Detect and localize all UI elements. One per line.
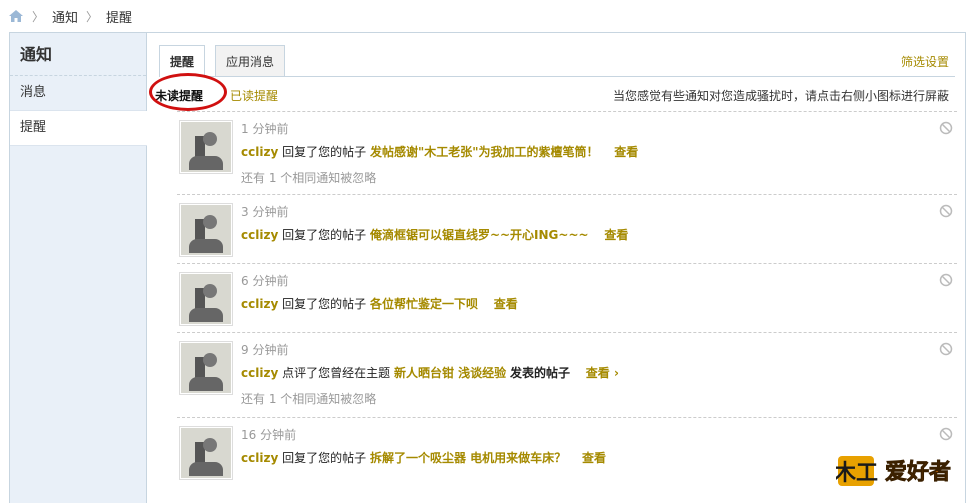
- view-link[interactable]: 查看: [494, 297, 518, 311]
- block-icon[interactable]: [939, 273, 953, 287]
- view-link[interactable]: 查看: [582, 451, 606, 465]
- avatar[interactable]: [179, 203, 233, 257]
- notice-time: 9 分钟前: [241, 343, 289, 357]
- block-hint-text: 当您感觉有些通知对您造成骚扰时，请点击右侧小图标进行屏蔽: [612, 89, 949, 103]
- sidebar-item-reminders[interactable]: 提醒: [10, 111, 147, 146]
- notice-time: 16 分钟前: [241, 428, 297, 442]
- notice-time: 1 分钟前: [241, 122, 289, 136]
- notice-user-link[interactable]: cclizy: [241, 451, 278, 465]
- view-link[interactable]: 查看 ›: [586, 366, 619, 380]
- notice-user-link[interactable]: cclizy: [241, 297, 278, 311]
- tab-app-messages[interactable]: 应用消息: [215, 45, 286, 76]
- svg-text:木工: 木工: [836, 461, 878, 486]
- notice-action: 回复了您的帖子: [282, 145, 367, 159]
- notice-topic-link[interactable]: 拆解了一个吸尘器 电机用来做车床？: [370, 451, 566, 465]
- notice-list: 1 分钟前 cclizy 回复了您的帖子 发帖感谢"木工老张"为我加工的紫檀笔筒…: [177, 111, 957, 486]
- notice-item: 3 分钟前 cclizy 回复了您的帖子 俺滴框锯可以锯直线罗~~开心ING~~…: [177, 194, 957, 263]
- block-icon[interactable]: [939, 427, 953, 441]
- avatar[interactable]: [179, 120, 233, 174]
- read-reminders-link[interactable]: 已读提醒: [230, 87, 278, 104]
- avatar[interactable]: [179, 272, 233, 326]
- notice-time: 3 分钟前: [241, 205, 289, 219]
- filter-settings-link[interactable]: 筛选设置: [901, 53, 949, 70]
- notice-topic-link[interactable]: 新人晒台钳 浅谈经验: [394, 366, 506, 380]
- notice-topic-link[interactable]: 俺滴框锯可以锯直线罗~~开心ING~~~: [370, 228, 589, 242]
- notice-action: 点评了您曾经在主题: [282, 366, 391, 380]
- sidebar-item-messages[interactable]: 消息: [10, 76, 146, 111]
- main-content: 提醒 应用消息 筛选设置 未读提醒 已读提醒 当您感觉有些通知对您造成骚扰时，请…: [147, 33, 965, 503]
- breadcrumb-item-reminders: 提醒: [106, 10, 133, 26]
- ignored-note: 还有 1 个相同通知被忽略: [241, 392, 377, 406]
- notice-time: 6 分钟前: [241, 274, 289, 288]
- sidebar-title: 通知: [10, 33, 146, 76]
- breadcrumb-separator: 〉: [32, 9, 45, 24]
- subnav: 未读提醒 已读提醒 当您感觉有些通知对您造成骚扰时，请点击右侧小图标进行屏蔽: [149, 73, 955, 111]
- notice-user-link[interactable]: cclizy: [241, 366, 278, 380]
- notice-topic-link[interactable]: 发帖感谢"木工老张"为我加工的紫檀笔筒！: [370, 145, 599, 159]
- avatar[interactable]: [179, 341, 233, 395]
- tab-bar: 提醒 应用消息 筛选设置: [159, 45, 955, 77]
- ignored-note: 还有 1 个相同通知被忽略: [241, 171, 377, 185]
- site-logo: 木工 爱好者: [836, 456, 951, 486]
- block-icon[interactable]: [939, 204, 953, 218]
- breadcrumb: 〉 通知 〉 提醒: [8, 6, 132, 26]
- notice-action: 回复了您的帖子: [282, 451, 367, 465]
- notice-user-link[interactable]: cclizy: [241, 228, 278, 242]
- notice-topic-link[interactable]: 各位帮忙鉴定一下呗: [370, 297, 478, 311]
- breadcrumb-item-notifications[interactable]: 通知: [52, 7, 78, 26]
- notice-action: 回复了您的帖子: [282, 228, 367, 242]
- block-icon[interactable]: [939, 342, 953, 356]
- breadcrumb-separator: 〉: [86, 9, 99, 24]
- block-icon[interactable]: [939, 121, 953, 135]
- sidebar: 通知 消息 提醒: [10, 33, 147, 503]
- red-circle-annotation: [149, 73, 227, 111]
- notice-item: 9 分钟前 cclizy 点评了您曾经在主题 新人晒台钳 浅谈经验 发表的帖子 …: [177, 332, 957, 417]
- svg-text:爱好者: 爱好者: [885, 459, 951, 485]
- notice-item: 1 分钟前 cclizy 回复了您的帖子 发帖感谢"木工老张"为我加工的紫檀笔筒…: [177, 111, 957, 194]
- notification-panel: 通知 消息 提醒 提醒 应用消息 筛选设置 未读提醒 已读提醒 当您感觉有些通知…: [9, 32, 966, 503]
- home-icon[interactable]: [8, 9, 24, 23]
- notice-action: 回复了您的帖子: [282, 297, 367, 311]
- notice-item: 6 分钟前 cclizy 回复了您的帖子 各位帮忙鉴定一下呗 查看: [177, 263, 957, 332]
- notice-user-link[interactable]: cclizy: [241, 145, 278, 159]
- view-link[interactable]: 查看: [614, 145, 638, 159]
- view-link[interactable]: 查看: [604, 228, 628, 242]
- notice-action-suffix: 发表的帖子: [509, 366, 570, 380]
- avatar[interactable]: [179, 426, 233, 480]
